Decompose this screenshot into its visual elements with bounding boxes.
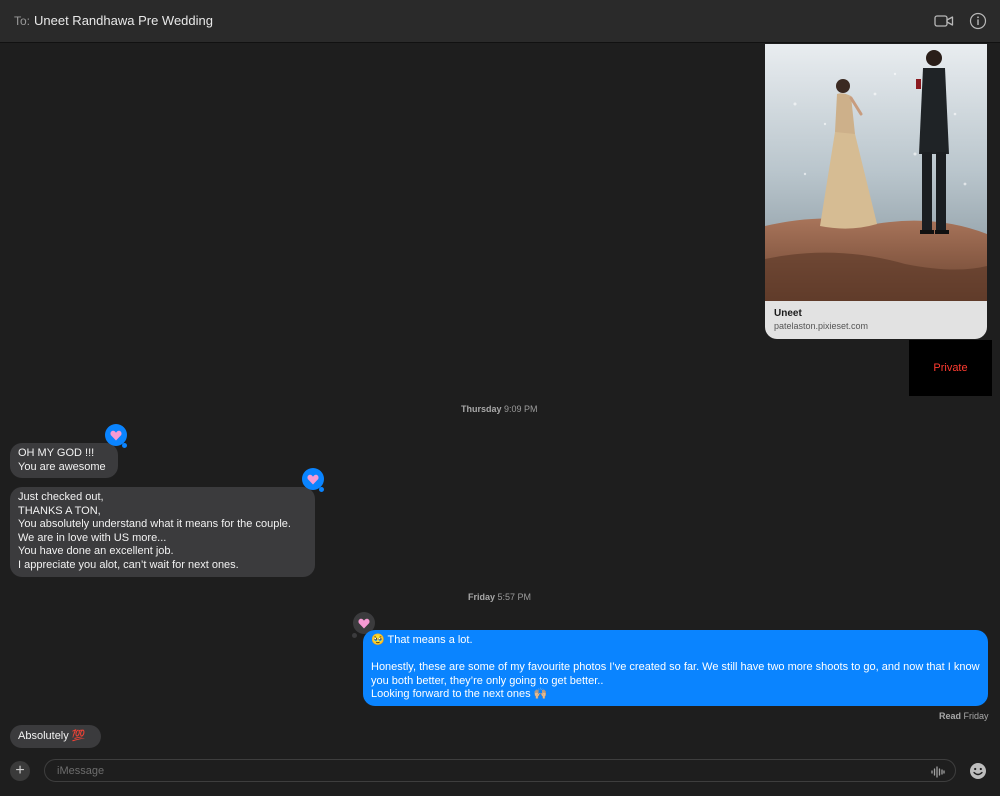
read-receipt: Read Friday — [939, 711, 989, 721]
recipient-name[interactable]: Uneet Randhawa Pre Wedding — [34, 13, 213, 28]
info-icon[interactable] — [969, 12, 987, 35]
add-attachment-button[interactable]: + — [10, 761, 30, 781]
video-camera-icon[interactable] — [934, 12, 954, 35]
message-input[interactable]: iMessage — [44, 759, 956, 782]
timestamp-time: 9:09 PM — [504, 404, 538, 414]
emoji-picker-icon[interactable] — [969, 762, 987, 785]
heart-icon — [358, 618, 370, 628]
link-title: Uneet — [774, 308, 802, 319]
reaction-tail — [352, 633, 357, 638]
link-url[interactable]: patelaston.pixieset.com — [774, 321, 868, 331]
heart-icon — [110, 430, 122, 440]
private-label: Private — [909, 340, 992, 396]
heart-icon — [307, 474, 319, 484]
incoming-message[interactable]: Just checked out, THANKS A TON, You abso… — [10, 487, 315, 577]
audio-waveform-icon[interactable] — [931, 765, 945, 783]
reaction-tail — [122, 443, 127, 448]
preview-photo — [765, 44, 987, 301]
incoming-message[interactable]: Absolutely 💯 — [10, 725, 101, 748]
outgoing-message[interactable]: 🥹 That means a lot. Honestly, these are … — [363, 630, 988, 706]
to-label: To: — [14, 14, 31, 28]
timestamp-day: Friday — [468, 592, 496, 602]
timestamp-time: 5:57 PM — [497, 592, 532, 602]
read-day: Friday — [963, 711, 989, 721]
timestamp-day: Thursday — [461, 404, 502, 414]
conversation-header: To: Uneet Randhawa Pre Wedding — [0, 0, 1000, 43]
reaction-tail — [319, 487, 324, 492]
incoming-message[interactable]: OH MY GOD !!! You are awesome — [10, 443, 118, 478]
read-label: Read — [939, 711, 962, 721]
link-preview-card[interactable]: Uneet patelaston.pixieset.com — [765, 44, 987, 339]
message-placeholder: iMessage — [57, 765, 105, 777]
timestamp: Friday 5:57 PM — [468, 592, 531, 602]
timestamp: Thursday 9:09 PM — [461, 404, 538, 414]
